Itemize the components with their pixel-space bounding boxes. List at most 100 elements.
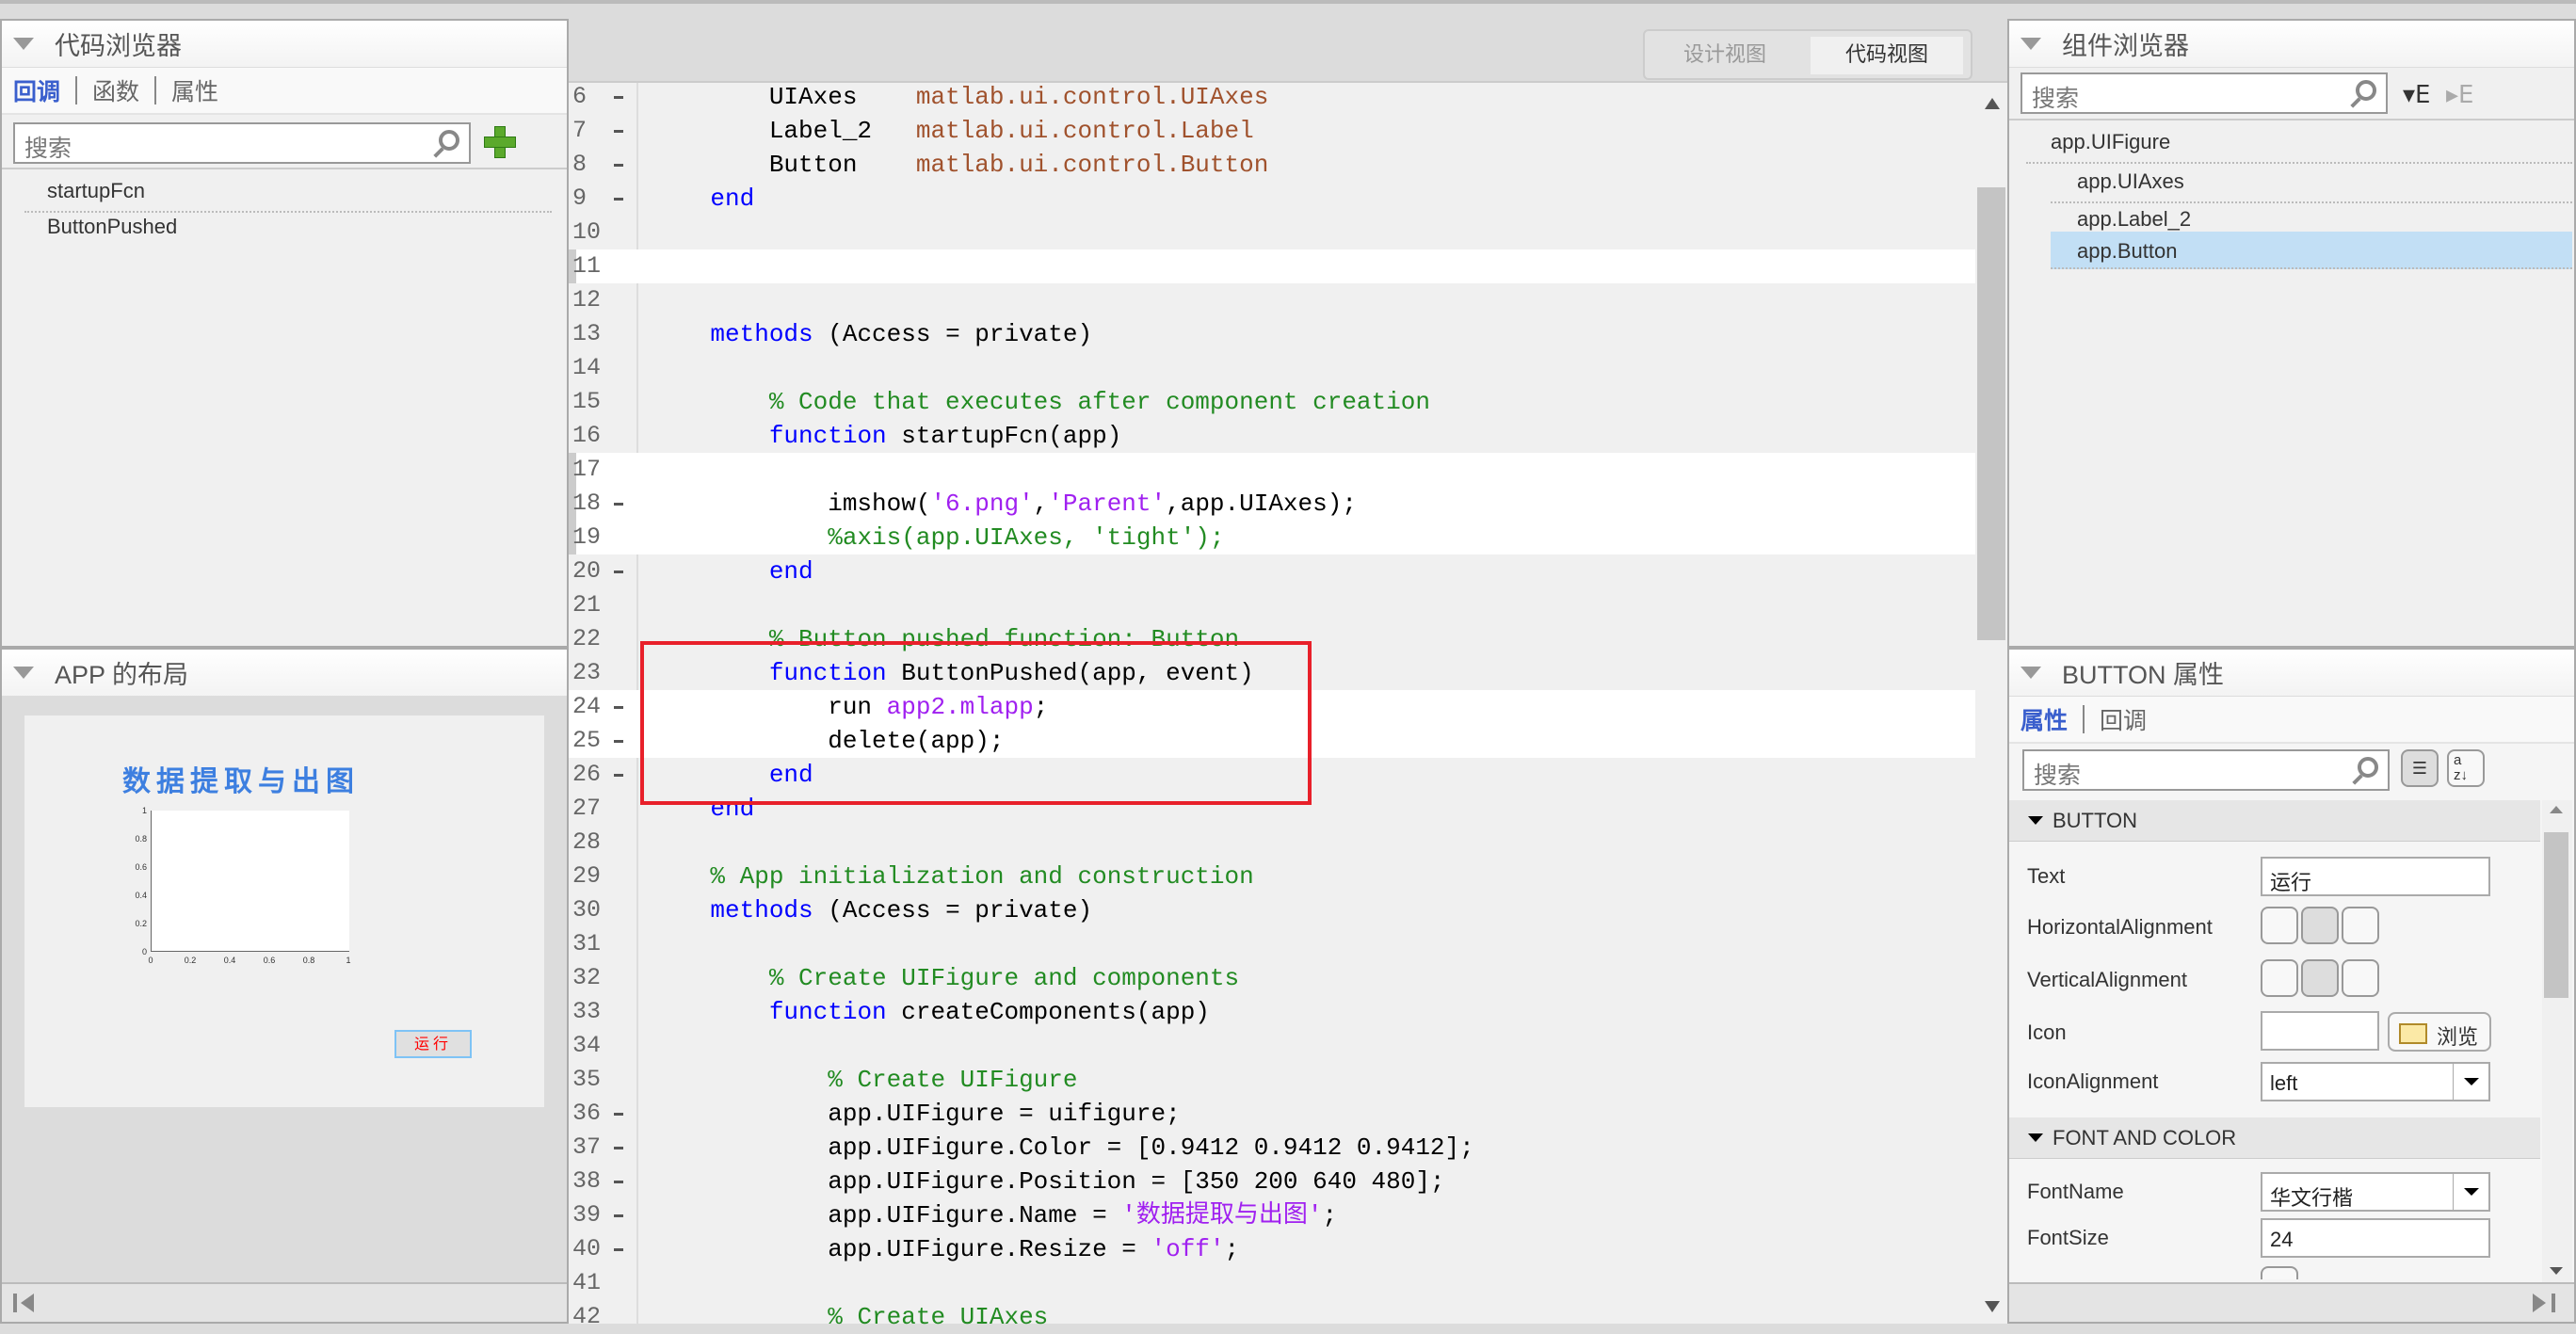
tree-item-button-selected[interactable]: app.Button [2051, 232, 2572, 269]
icon-alignment-dropdown[interactable]: left [2261, 1062, 2490, 1101]
code-line[interactable]: 7 Label_2 matlab.ui.control.Label [569, 114, 1975, 148]
tab-properties[interactable]: 属性 [156, 73, 233, 107]
app-preview[interactable]: 数据提取与出图 运行 1 0.8 0.6 0.4 0.2 0 0 0.2 0.4 0.6 0.8 1 [24, 715, 544, 1107]
code-line[interactable]: 39 app.UIFigure.Name = '数据提取与出图'; [569, 1198, 1975, 1232]
breakpoint-marker[interactable] [614, 706, 623, 709]
code-line[interactable]: 42 % Create UIAxes [569, 1300, 1975, 1334]
code-line[interactable]: 33 function createComponents(app) [569, 995, 1975, 1029]
code-line[interactable]: 14 [569, 351, 1975, 385]
code-line[interactable]: 13 methods (Access = private) [569, 317, 1975, 351]
font-name-dropdown[interactable]: 华文行楷 [2261, 1172, 2490, 1212]
valign-bottom-button[interactable] [2342, 959, 2379, 997]
scroll-up-icon[interactable] [1985, 98, 2000, 109]
breakpoint-marker[interactable] [614, 130, 623, 133]
font-size-input[interactable]: 24 [2261, 1218, 2490, 1258]
breakpoint-marker[interactable] [614, 198, 623, 201]
inspector-scrollbar[interactable] [2542, 800, 2572, 1282]
tree-item-uiaxes[interactable]: app.UIAxes [2051, 164, 2572, 203]
valign-center-button[interactable] [2301, 959, 2339, 997]
font-style-button[interactable] [2261, 1266, 2298, 1279]
code-line[interactable]: 12 [569, 283, 1975, 317]
browse-button[interactable]: 浏览 [2388, 1012, 2491, 1052]
code-line[interactable]: 29 % App initialization and construction [569, 860, 1975, 893]
breakpoint-marker[interactable] [614, 571, 623, 573]
code-line[interactable]: 19 %axis(app.UIAxes, 'tight'); [569, 521, 1975, 554]
tab-callbacks[interactable]: 回调 [2085, 702, 2162, 736]
code-line[interactable]: 34 [569, 1029, 1975, 1063]
breakpoint-marker[interactable] [614, 1113, 623, 1116]
component-search-input[interactable]: 搜索 [2021, 72, 2388, 114]
code-text: app.UIFigure.Resize = 'off'; [652, 1232, 1239, 1266]
code-line[interactable]: 37 app.UIFigure.Color = [0.9412 0.9412 0… [569, 1131, 1975, 1165]
code-line[interactable]: 9 end [569, 182, 1975, 216]
code-line[interactable]: 17 [569, 453, 1975, 487]
code-browser-header[interactable]: 代码浏览器 [2, 21, 567, 68]
valign-top-button[interactable] [2261, 959, 2298, 997]
code-line[interactable]: 21 [569, 588, 1975, 622]
code-line[interactable]: 32 % Create UIFigure and components [569, 961, 1975, 995]
code-line[interactable]: 15 % Code that executes after component … [569, 385, 1975, 419]
section-font-and-color[interactable]: FONT AND COLOR [2009, 1117, 2540, 1159]
code-token: methods [710, 896, 813, 924]
component-browser-header[interactable]: 组件浏览器 [2009, 21, 2574, 68]
breakpoint-marker[interactable] [614, 774, 623, 777]
code-line[interactable]: 30 methods (Access = private) [569, 893, 1975, 927]
collapse-left-icon[interactable] [13, 1294, 36, 1312]
icon-input[interactable] [2261, 1011, 2379, 1051]
expand-all-icon[interactable]: ▾E [2403, 81, 2430, 109]
editor-scrollbar[interactable] [1977, 83, 2007, 1324]
code-line[interactable]: 18 imshow('6.png','Parent',app.UIAxes); [569, 487, 1975, 521]
text-input[interactable]: 运行 [2261, 857, 2490, 896]
app-layout-header[interactable]: APP 的布局 [2, 650, 567, 697]
scroll-down-icon[interactable] [1985, 1301, 2000, 1312]
code-line[interactable]: 20 end [569, 554, 1975, 588]
sort-az-button[interactable]: a z↓ [2447, 749, 2485, 787]
breakpoint-marker[interactable] [614, 164, 623, 167]
tab-functions[interactable]: 函数 [77, 73, 154, 107]
group-view-button[interactable]: ☰ [2401, 749, 2439, 787]
collapse-icon [2021, 38, 2041, 50]
tab-properties[interactable]: 属性 [2009, 702, 2083, 736]
halign-left-button[interactable] [2261, 907, 2298, 944]
callback-item[interactable]: ButtonPushed [24, 215, 177, 239]
tree-item-uifigure[interactable]: app.UIFigure [2026, 124, 2572, 164]
code-line[interactable]: 11 [569, 249, 1975, 283]
tab-callbacks[interactable]: 回调 [2, 73, 75, 107]
breakpoint-marker[interactable] [614, 1181, 623, 1183]
code-line[interactable]: 10 [569, 216, 1975, 249]
scrollbar-thumb[interactable] [1977, 187, 2005, 640]
breakpoint-marker[interactable] [614, 1248, 623, 1251]
section-button[interactable]: BUTTON [2009, 800, 2540, 842]
design-view-button[interactable]: 设计视图 [1645, 37, 1805, 72]
code-line[interactable]: 31 [569, 927, 1975, 961]
collapse-right-icon[interactable] [2533, 1294, 2555, 1312]
code-line[interactable]: 38 app.UIFigure.Position = [350 200 640 … [569, 1165, 1975, 1198]
code-line[interactable]: 8 Button matlab.ui.control.Button [569, 148, 1975, 182]
code-line[interactable]: 40 app.UIFigure.Resize = 'off'; [569, 1232, 1975, 1266]
code-line[interactable]: 35 % Create UIFigure [569, 1063, 1975, 1097]
breakpoint-marker[interactable] [614, 503, 623, 506]
code-line[interactable]: 41 [569, 1266, 1975, 1300]
code-browser-search-input[interactable]: 搜索 [13, 122, 471, 164]
code-line[interactable]: 28 [569, 826, 1975, 860]
breakpoint-marker[interactable] [614, 740, 623, 743]
scroll-down-icon[interactable] [2550, 1267, 2563, 1275]
inspector-header[interactable]: BUTTON 属性 [2009, 650, 2574, 697]
breakpoint-marker[interactable] [614, 96, 623, 99]
inspector-search-input[interactable]: 搜索 [2022, 749, 2390, 791]
add-callback-button[interactable] [484, 126, 516, 158]
collapse-all-icon[interactable]: ▸E [2446, 81, 2473, 109]
code-text: % App initialization and construction [652, 860, 1253, 893]
halign-center-button[interactable] [2301, 907, 2339, 944]
scrollbar-thumb[interactable] [2544, 832, 2568, 998]
code-line[interactable]: 36 app.UIFigure = uifigure; [569, 1097, 1975, 1131]
halign-right-button[interactable] [2342, 907, 2379, 944]
breakpoint-marker[interactable] [614, 1214, 623, 1217]
code-token: %axis(app.UIAxes, 'tight'); [828, 523, 1225, 552]
code-line[interactable]: 6 UIAxes matlab.ui.control.UIAxes [569, 80, 1975, 114]
callback-item[interactable]: startupFcn [24, 175, 552, 213]
breakpoint-marker[interactable] [614, 1147, 623, 1149]
scroll-up-icon[interactable] [2550, 806, 2563, 813]
code-line[interactable]: 16 function startupFcn(app) [569, 419, 1975, 453]
code-view-button[interactable]: 代码视图 [1811, 37, 1963, 74]
